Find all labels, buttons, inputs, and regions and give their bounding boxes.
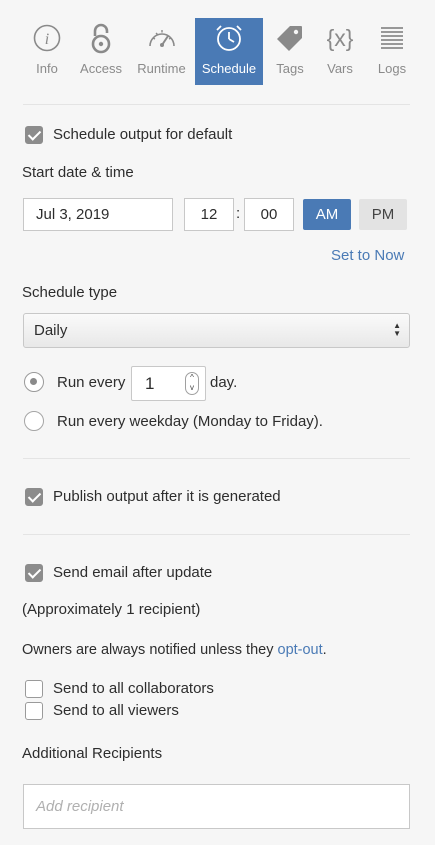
schedule-type-value: Daily xyxy=(34,322,68,339)
tab-info[interactable]: i Info xyxy=(23,18,71,85)
svg-text:i: i xyxy=(45,31,49,48)
owners-note: Owners are always notified unless they o… xyxy=(22,642,327,658)
variables-icon: {x} xyxy=(326,24,354,51)
add-recipient-input[interactable]: Add recipient xyxy=(23,784,410,829)
owners-note-text: Owners are always notified unless they xyxy=(22,642,274,658)
lock-icon xyxy=(89,18,113,58)
tag-icon xyxy=(276,18,304,58)
all-viewers-label: Send to all viewers xyxy=(53,702,179,719)
tab-label: Access xyxy=(80,61,122,76)
all-collaborators-checkbox[interactable] xyxy=(25,680,43,698)
tab-vars[interactable]: {x} Vars xyxy=(320,18,360,85)
run-every-radio[interactable] xyxy=(24,372,44,392)
recipient-count: (Approximately 1 recipient) xyxy=(22,601,201,618)
all-collaborators-label: Send to all collaborators xyxy=(53,680,214,697)
schedule-output-checkbox[interactable] xyxy=(25,126,43,144)
run-every-label: Run every xyxy=(57,374,126,391)
weekday-label: Run every weekday (Monday to Friday). xyxy=(57,413,323,430)
interval-stepper[interactable]: 1 ^ v xyxy=(131,366,206,401)
schedule-type-select[interactable]: Daily ▲ ▼ xyxy=(23,313,410,348)
speedometer-icon xyxy=(147,18,177,58)
divider xyxy=(23,534,410,535)
time-separator: : xyxy=(236,205,241,222)
set-to-now-link[interactable]: Set to Now xyxy=(331,247,404,264)
select-arrows-icon: ▲ ▼ xyxy=(393,321,401,338)
interval-value: 1 xyxy=(145,373,155,393)
tab-label: Tags xyxy=(276,61,304,76)
tab-label: Logs xyxy=(377,61,407,76)
publish-label: Publish output after it is generated xyxy=(53,488,281,505)
weekday-radio[interactable] xyxy=(24,411,44,431)
clock-icon xyxy=(213,18,245,58)
tab-label: Info xyxy=(36,61,58,76)
divider xyxy=(23,458,410,459)
owners-note-period: . xyxy=(322,642,327,658)
all-viewers-checkbox[interactable] xyxy=(25,702,43,720)
date-input[interactable]: Jul 3, 2019 xyxy=(23,198,173,231)
minute-input[interactable]: 00 xyxy=(244,198,294,231)
send-email-checkbox[interactable] xyxy=(25,564,43,582)
schedule-output-label: Schedule output for default xyxy=(53,126,233,143)
opt-out-link[interactable]: opt-out xyxy=(278,642,323,658)
tab-label: Vars xyxy=(327,61,353,76)
tab-tags[interactable]: Tags xyxy=(270,18,310,85)
start-date-heading: Start date & time xyxy=(22,164,134,181)
am-button[interactable]: AM xyxy=(303,199,351,230)
tab-label: Schedule xyxy=(201,61,257,76)
stepper-arrows-icon[interactable]: ^ v xyxy=(185,372,199,395)
tab-access[interactable]: Access xyxy=(77,18,125,85)
tab-logs[interactable]: Logs xyxy=(372,18,412,85)
schedule-type-heading: Schedule type xyxy=(22,284,118,301)
additional-recipients-heading: Additional Recipients xyxy=(22,745,163,762)
tab-runtime[interactable]: Runtime xyxy=(134,18,189,85)
hour-input[interactable]: 12 xyxy=(184,198,234,231)
interval-unit-label: day. xyxy=(210,374,238,391)
send-email-label: Send email after update xyxy=(53,564,213,581)
pm-button[interactable]: PM xyxy=(359,199,407,230)
tab-label: Runtime xyxy=(137,61,186,76)
info-icon: i xyxy=(33,18,61,58)
divider xyxy=(23,104,410,105)
tab-schedule[interactable]: Schedule xyxy=(195,18,263,85)
logs-icon xyxy=(380,18,404,58)
publish-checkbox[interactable] xyxy=(25,488,43,506)
